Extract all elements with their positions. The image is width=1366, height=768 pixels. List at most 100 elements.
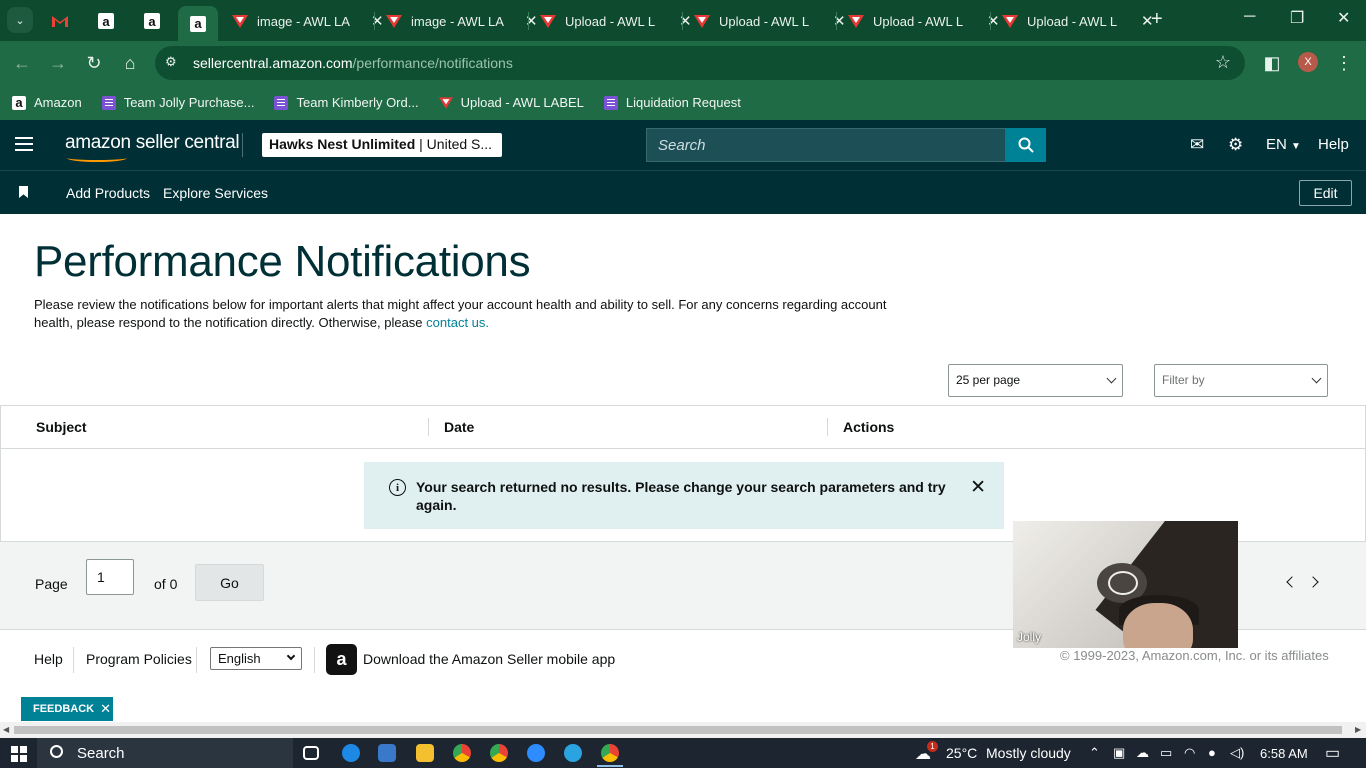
participant-face bbox=[1123, 603, 1193, 648]
tab-upload-awl-3[interactable]: Upload - AWL L ✕ bbox=[848, 7, 1000, 35]
close-icon[interactable]: ✕ bbox=[970, 476, 986, 499]
home-icon[interactable]: ⌂ bbox=[118, 51, 142, 75]
restore-icon[interactable]: ❐ bbox=[1290, 8, 1304, 28]
address-bar[interactable]: ⚙ sellercentral.amazon.com/performance/n… bbox=[155, 46, 1245, 80]
seller-search-input[interactable]: Search bbox=[646, 128, 1006, 162]
close-icon[interactable]: ✕ bbox=[833, 12, 846, 30]
bookmark-team-kimberly[interactable]: Team Kimberly Ord... bbox=[274, 95, 419, 110]
microphone-icon[interactable]: ● bbox=[1208, 745, 1216, 760]
tab-separator bbox=[374, 12, 375, 30]
bookmark-team-jolly[interactable]: Team Jolly Purchase... bbox=[101, 95, 254, 110]
pinned-tab-amazon-1[interactable]: a bbox=[86, 6, 126, 36]
scrollbar-thumb[interactable] bbox=[14, 726, 1342, 734]
volume-icon[interactable]: ◁) bbox=[1230, 745, 1244, 761]
seller-subnav: Add Products Explore Services Edit bbox=[0, 170, 1366, 214]
chrome-active-icon[interactable] bbox=[597, 744, 623, 767]
back-arrow-icon[interactable]: ← bbox=[10, 51, 34, 75]
gmail-icon bbox=[52, 16, 68, 27]
video-call-overlay[interactable]: Jolly bbox=[1013, 521, 1238, 648]
wifi-icon[interactable]: ◠ bbox=[1184, 745, 1195, 761]
footer-language-select[interactable]: English bbox=[210, 647, 302, 670]
weather-desc[interactable]: Mostly cloudy bbox=[986, 745, 1071, 761]
amazon-app-icon[interactable]: a bbox=[326, 644, 357, 675]
file-explorer-icon[interactable] bbox=[416, 744, 434, 762]
bookmark-amazon[interactable]: a Amazon bbox=[12, 95, 82, 110]
bookmark-icon[interactable] bbox=[19, 186, 28, 198]
chrome-icon[interactable] bbox=[453, 744, 471, 762]
windows-start-icon[interactable] bbox=[11, 746, 27, 762]
contact-us-link[interactable]: contact us. bbox=[426, 315, 489, 330]
forward-arrow-icon[interactable]: → bbox=[46, 51, 70, 75]
tab-upload-awl-2[interactable]: Upload - AWL L ✕ bbox=[694, 7, 846, 35]
chevron-up-icon[interactable]: ⌃ bbox=[1089, 745, 1100, 761]
taskbar-search[interactable]: Search bbox=[37, 738, 293, 768]
minimize-icon[interactable]: ─ bbox=[1244, 8, 1255, 26]
header-help-link[interactable]: Help bbox=[1318, 136, 1349, 153]
per-page-select[interactable]: 25 per page bbox=[948, 364, 1123, 397]
scroll-right-arrow-icon[interactable]: ▶ bbox=[1355, 725, 1361, 734]
bookmark-star-icon[interactable]: ☆ bbox=[1215, 52, 1231, 73]
close-icon[interactable]: ✕ bbox=[987, 12, 1000, 30]
close-icon[interactable]: ✕ bbox=[525, 12, 538, 30]
profile-avatar[interactable]: X bbox=[1298, 52, 1318, 72]
column-header-subject[interactable]: Subject bbox=[36, 419, 87, 435]
hamburger-menu-icon[interactable] bbox=[15, 137, 33, 151]
amazon-seller-central-logo[interactable]: amazon seller central bbox=[65, 132, 240, 162]
amazon-icon: a bbox=[144, 13, 160, 29]
chrome-icon[interactable] bbox=[490, 744, 508, 762]
close-icon[interactable]: ✕ bbox=[100, 701, 111, 717]
explore-services-link[interactable]: Explore Services bbox=[163, 185, 268, 201]
browser-menu-icon[interactable]: ⋮ bbox=[1332, 51, 1356, 75]
reload-icon[interactable]: ↻ bbox=[82, 51, 106, 75]
pinned-tab-gmail[interactable] bbox=[40, 6, 80, 36]
weather-temp[interactable]: 25°C bbox=[946, 745, 977, 761]
forms-list-icon bbox=[101, 95, 116, 110]
program-policies-link[interactable]: Program Policies bbox=[86, 651, 192, 667]
tab-search-button[interactable]: ⌄ bbox=[7, 7, 33, 33]
pinned-tab-amazon-active[interactable]: a bbox=[178, 6, 218, 41]
filter-by-select[interactable]: Filter by bbox=[1154, 364, 1328, 397]
edge-icon[interactable] bbox=[342, 744, 360, 762]
bookmark-label: Amazon bbox=[34, 95, 82, 110]
telegram-icon[interactable] bbox=[564, 744, 582, 762]
download-app-link[interactable]: Download the Amazon Seller mobile app bbox=[363, 651, 615, 667]
tab-upload-awl-4[interactable]: Upload - AWL L ✕ bbox=[1002, 7, 1154, 35]
notification-center-icon[interactable]: ▭ bbox=[1325, 743, 1340, 763]
horizontal-scrollbar[interactable]: ◀ ▶ bbox=[0, 722, 1366, 738]
edit-button[interactable]: Edit bbox=[1299, 180, 1352, 206]
add-products-link[interactable]: Add Products bbox=[66, 185, 150, 201]
pinned-tab-amazon-2[interactable]: a bbox=[132, 6, 172, 36]
feedback-button[interactable]: FEEDBACK ✕ bbox=[21, 697, 113, 721]
tab-image-awl-1[interactable]: image - AWL LA ✕ bbox=[232, 7, 384, 35]
tab-image-awl-2[interactable]: image - AWL LA ✕ bbox=[386, 7, 538, 35]
footer-help-link[interactable]: Help bbox=[34, 651, 63, 667]
close-icon[interactable]: ✕ bbox=[679, 12, 692, 30]
bookmark-upload-awl[interactable]: Upload - AWL LABEL bbox=[438, 95, 584, 110]
page-number-input[interactable]: 1 bbox=[86, 559, 134, 595]
chevron-right-icon[interactable] bbox=[1307, 576, 1319, 588]
close-icon[interactable]: ✕ bbox=[371, 12, 384, 30]
tab-upload-awl-1[interactable]: Upload - AWL L ✕ bbox=[540, 7, 692, 35]
search-button[interactable] bbox=[1006, 128, 1046, 162]
go-button[interactable]: Go bbox=[195, 564, 264, 601]
bookmark-liquidation[interactable]: Liquidation Request bbox=[603, 95, 741, 110]
column-header-date[interactable]: Date bbox=[444, 419, 474, 435]
battery-icon[interactable]: ▭ bbox=[1160, 745, 1172, 761]
chevron-left-icon[interactable] bbox=[1286, 576, 1298, 588]
meet-now-icon[interactable]: ▣ bbox=[1113, 745, 1125, 761]
mail-icon[interactable]: ✉ bbox=[1190, 135, 1204, 155]
side-panel-icon[interactable]: ◧ bbox=[1260, 51, 1284, 75]
language-selector[interactable]: EN ▼ bbox=[1266, 136, 1301, 153]
tab-title: image - AWL LA bbox=[411, 13, 504, 29]
task-view-icon[interactable] bbox=[303, 746, 319, 760]
new-tab-plus-icon[interactable]: + bbox=[1151, 8, 1163, 31]
zoom-icon[interactable] bbox=[527, 744, 545, 762]
onedrive-icon[interactable]: ☁ bbox=[1136, 745, 1149, 761]
settings-gear-icon[interactable]: ⚙ bbox=[1228, 135, 1243, 155]
clock-time[interactable]: 6:58 AM bbox=[1260, 746, 1308, 761]
window-close-icon[interactable]: ✕ bbox=[1337, 8, 1350, 28]
scroll-left-arrow-icon[interactable]: ◀ bbox=[3, 725, 9, 734]
store-icon[interactable] bbox=[378, 744, 396, 762]
account-switcher[interactable]: Hawks Nest Unlimited | United S... bbox=[262, 133, 502, 157]
site-settings-icon[interactable]: ⚙ bbox=[165, 54, 177, 70]
